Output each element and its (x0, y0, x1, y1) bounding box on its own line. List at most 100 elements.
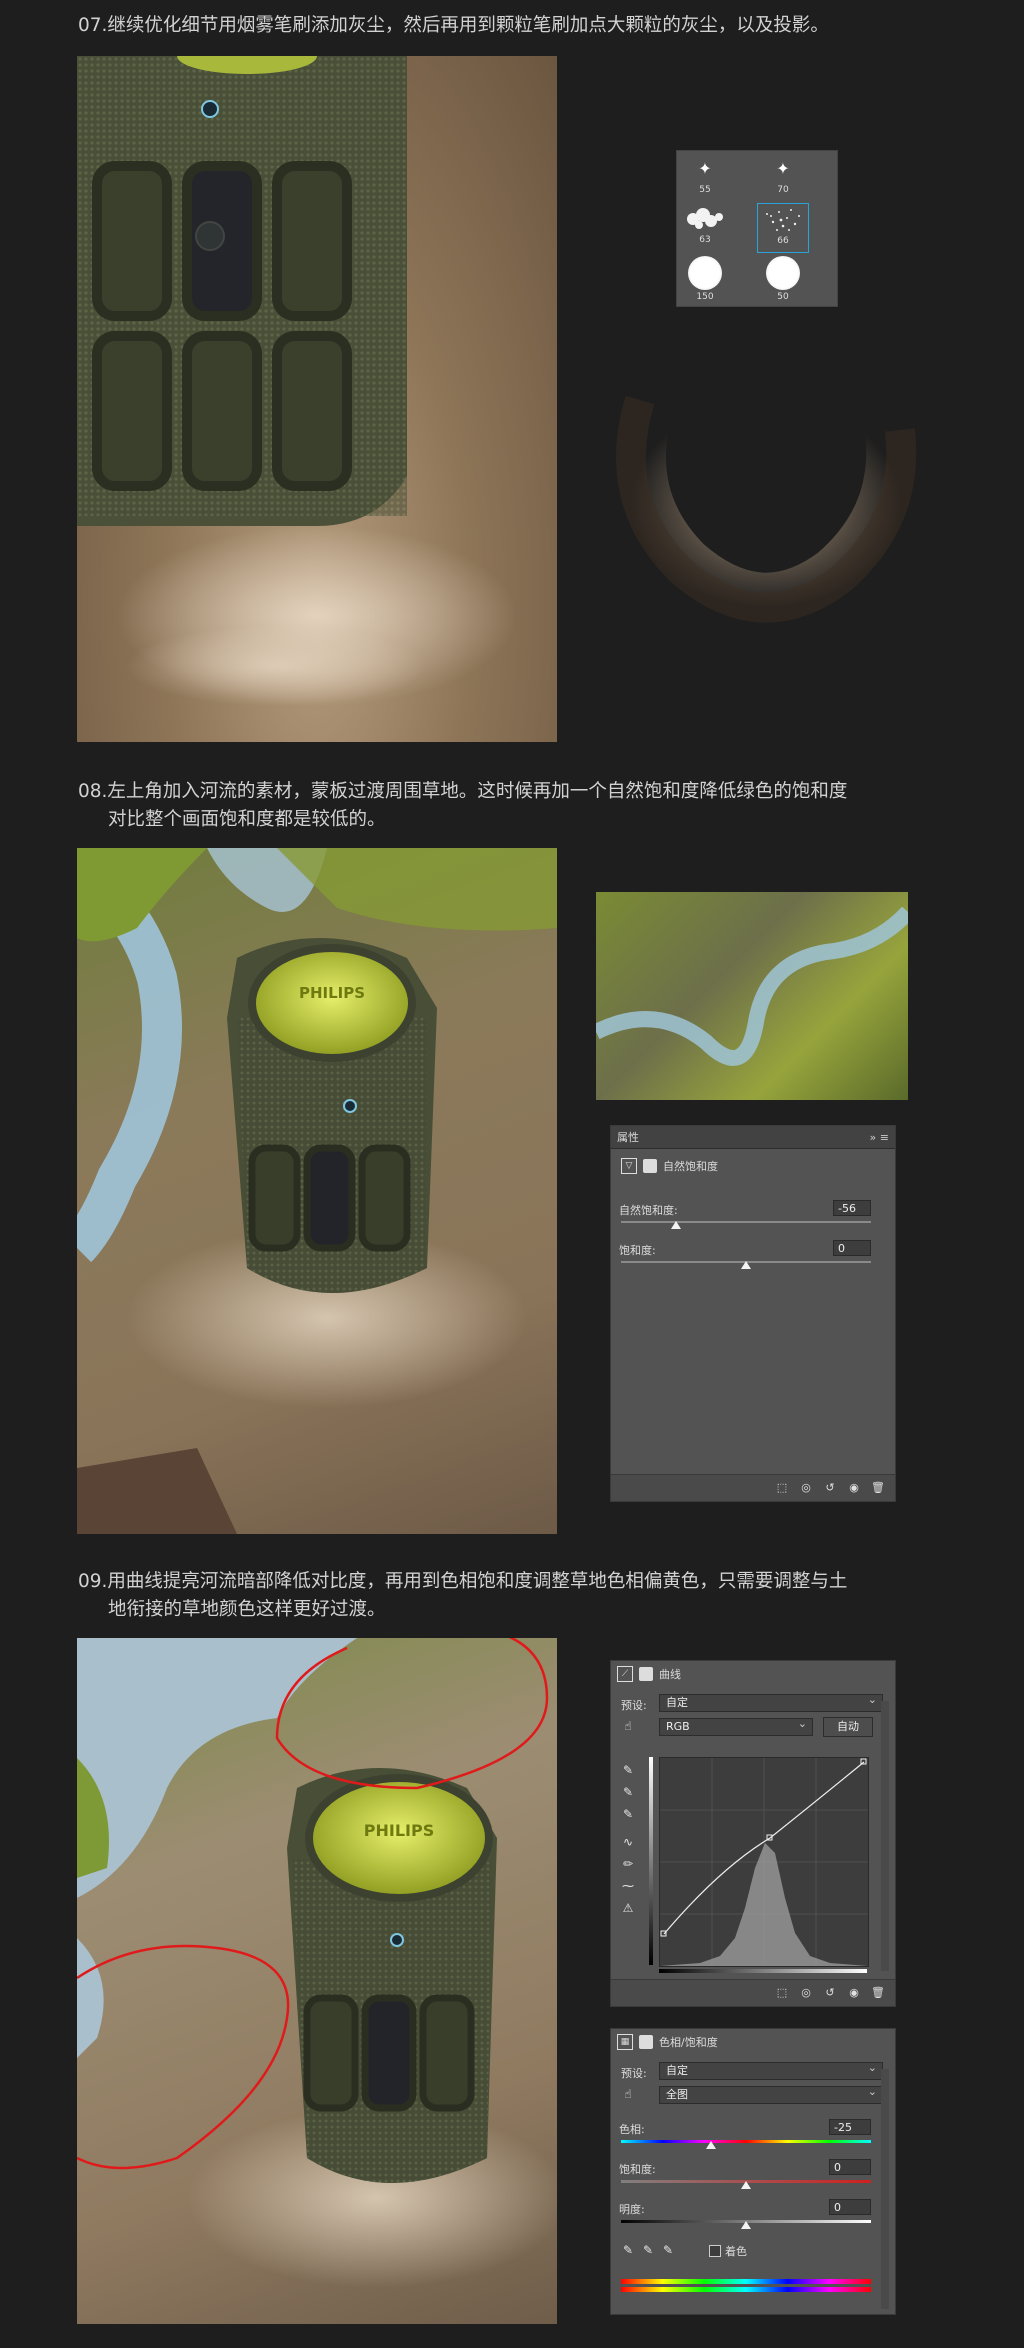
eyedropper-gray-icon[interactable]: ✎ (619, 1783, 637, 1801)
speaker-curves-photo: PHILIPS (77, 1638, 557, 2324)
saturation-input[interactable]: 0 (833, 1240, 871, 1256)
reset-icon[interactable]: ↺ (823, 1481, 837, 1495)
input-gradient-bar (659, 1969, 867, 1973)
output-hue-bar (621, 2287, 871, 2292)
input-hue-bar (621, 2279, 871, 2284)
lightness-label: 明度: (619, 2203, 645, 2216)
view-previous-icon[interactable]: ◎ (799, 1481, 813, 1495)
hue-saturation-panel: ▦ 色相/饱和度 预设: 自定 ☝ 全图 色相: -25 饱和度: 0 明度: … (610, 2028, 896, 2315)
delete-icon[interactable]: 🗑 (871, 1986, 885, 2000)
view-previous-icon[interactable]: ◎ (799, 1986, 813, 2000)
saturation-label: 饱和度: (619, 1244, 656, 1257)
hue-slider-thumb[interactable] (706, 2141, 716, 2149)
dust-brush-sample (570, 370, 950, 660)
brand-logo: PHILIPS (299, 984, 365, 1002)
panel-menu-icon[interactable]: » ≡ (870, 1131, 889, 1144)
panel-footer: ⬚ ◎ ↺ ◉ 🗑 (611, 1979, 895, 2006)
vibrance-icon: ▽ (621, 1158, 637, 1174)
visibility-icon[interactable]: ◉ (847, 1986, 861, 2000)
brand-logo: PHILIPS (364, 1821, 434, 1840)
output-gradient-bar (649, 1757, 653, 1965)
saturation-slider-thumb[interactable] (741, 1261, 751, 1269)
preset-dropdown[interactable]: 自定 (659, 2060, 883, 2080)
brush-size: 150 (696, 292, 714, 302)
vibrance-input[interactable]: -56 (833, 1200, 871, 1216)
pencil-icon[interactable]: ✏ (619, 1855, 637, 1873)
colorize-label: 着色 (725, 2245, 747, 2258)
lightness-input[interactable]: 0 (829, 2199, 871, 2215)
curve-edit-icon[interactable]: ∿ (619, 1833, 637, 1851)
panel-header: 属性 » ≡ (611, 1126, 895, 1149)
eyedropper-black-icon[interactable]: ✎ (619, 1761, 637, 1779)
vibrance-slider-track[interactable] (621, 1221, 871, 1223)
adjustment-title: 自然饱和度 (663, 1160, 718, 1173)
adjustment-title-row: ▽ 自然饱和度 (621, 1158, 718, 1174)
step-08-text: 08.左上角加入河流的素材，蒙板过渡周围草地。这时候再加一个自然饱和度降低绿色的… (78, 778, 847, 834)
eyedropper-subtract-icon[interactable]: ✎ (659, 2241, 677, 2259)
step-09-text: 09.用曲线提亮河流暗部降低对比度，再用到色相饱和度调整草地色相偏黄色，只需要调… (78, 1568, 847, 1624)
brush-size: 63 (699, 235, 711, 245)
step-09-line1: 09.用曲线提亮河流暗部降低对比度，再用到色相饱和度调整草地色相偏黄色，只需要调… (78, 1571, 848, 1592)
eyedropper-white-icon[interactable]: ✎ (619, 1805, 637, 1823)
brush-preset[interactable]: 150 (679, 254, 731, 304)
brush-preset[interactable]: 50 (757, 254, 809, 304)
on-image-adjust-icon[interactable]: ☝ (619, 2085, 637, 2103)
saturation-slider-thumb[interactable] (741, 2181, 751, 2189)
panel-scrollbar[interactable] (881, 1701, 889, 1971)
range-dropdown[interactable]: 全图 (659, 2084, 883, 2104)
hue-label: 色相: (619, 2123, 645, 2136)
panel-scrollbar[interactable] (881, 2069, 889, 2309)
curves-properties-panel: ⟋ 曲线 预设: 自定 ☝ RGB 自动 ✎ ✎ ✎ ∿ ✏ ⁓ ⚠ ⬚ ◎ ↺… (610, 1660, 896, 2007)
step-07-text: 07.继续优化细节用烟雾笔刷添加灰尘，然后再用到颗粒笔刷加点大颗粒的灰尘，以及投… (78, 15, 829, 36)
preset-label: 预设: (621, 1699, 647, 1712)
brush-size: 66 (777, 236, 789, 246)
colorize-checkbox[interactable] (709, 2245, 721, 2257)
lightness-slider-thumb[interactable] (741, 2221, 751, 2229)
vibrance-label: 自然饱和度: (619, 1204, 678, 1217)
brush-size: 50 (777, 292, 789, 302)
brush-preset-selected[interactable]: 66 (757, 203, 809, 253)
panel-header: ▦ 色相/饱和度 (611, 2029, 895, 2055)
delete-icon[interactable]: 🗑 (871, 1481, 885, 1495)
step-08-line2: 对比整个画面饱和度都是较低的。 (108, 809, 386, 830)
mask-icon[interactable] (639, 1667, 653, 1681)
mask-icon[interactable] (639, 2035, 653, 2049)
brush-preset[interactable]: ✦ 55 (679, 153, 731, 203)
vibrance-slider-thumb[interactable] (671, 1221, 681, 1229)
mask-icon[interactable] (643, 1159, 657, 1173)
smooth-icon[interactable]: ⁓ (619, 1877, 637, 1895)
saturation-label: 饱和度: (619, 2163, 656, 2176)
brush-preset[interactable]: 63 (679, 203, 731, 253)
clipping-warning-icon[interactable]: ⚠ (619, 1899, 637, 1917)
adjustment-title: 曲线 (659, 1668, 681, 1681)
visibility-icon[interactable]: ◉ (847, 1481, 861, 1495)
hue-slider-track[interactable] (621, 2140, 871, 2143)
panel-footer: ⬚ ◎ ↺ ◉ 🗑 (611, 1474, 895, 1501)
preset-label: 预设: (621, 2067, 647, 2080)
clip-to-layer-icon[interactable]: ⬚ (775, 1481, 789, 1495)
properties-tab[interactable]: 属性 (617, 1129, 639, 1145)
vibrance-properties-panel: 属性 » ≡ ▽ 自然饱和度 自然饱和度: -56 饱和度: 0 ⬚ ◎ ↺ ◉… (610, 1125, 896, 1502)
on-image-adjust-icon[interactable]: ☝ (619, 1717, 637, 1735)
brush-size: 55 (699, 185, 711, 195)
adjustment-title: 色相/饱和度 (659, 2036, 718, 2049)
clip-to-layer-icon[interactable]: ⬚ (775, 1986, 789, 2000)
curves-graph[interactable] (659, 1757, 869, 1967)
hue-saturation-icon: ▦ (617, 2034, 633, 2050)
eyedropper-icon[interactable]: ✎ (619, 2241, 637, 2259)
channel-dropdown[interactable]: RGB (659, 1716, 813, 1736)
panel-header: ⟋ 曲线 (611, 1661, 895, 1687)
auto-button[interactable]: 自动 (823, 1717, 873, 1737)
eyedropper-add-icon[interactable]: ✎ (639, 2241, 657, 2259)
brush-preset[interactable]: ✦ 70 (757, 153, 809, 203)
step-08-line1: 08.左上角加入河流的素材，蒙板过渡周围草地。这时候再加一个自然饱和度降低绿色的… (78, 781, 848, 802)
reset-icon[interactable]: ↺ (823, 1986, 837, 2000)
preset-dropdown[interactable]: 自定 (659, 1692, 883, 1712)
speaker-dust-photo (77, 56, 557, 742)
saturation-input[interactable]: 0 (829, 2159, 871, 2175)
curves-icon: ⟋ (617, 1666, 633, 1682)
speaker-river-photo: PHILIPS (77, 848, 557, 1534)
brush-preset-picker[interactable]: ✦ 55 ✦ 70 63 66 150 50 (676, 150, 838, 307)
step-09-line2: 地衔接的草地颜色这样更好过渡。 (108, 1599, 386, 1620)
hue-input[interactable]: -25 (829, 2119, 871, 2135)
